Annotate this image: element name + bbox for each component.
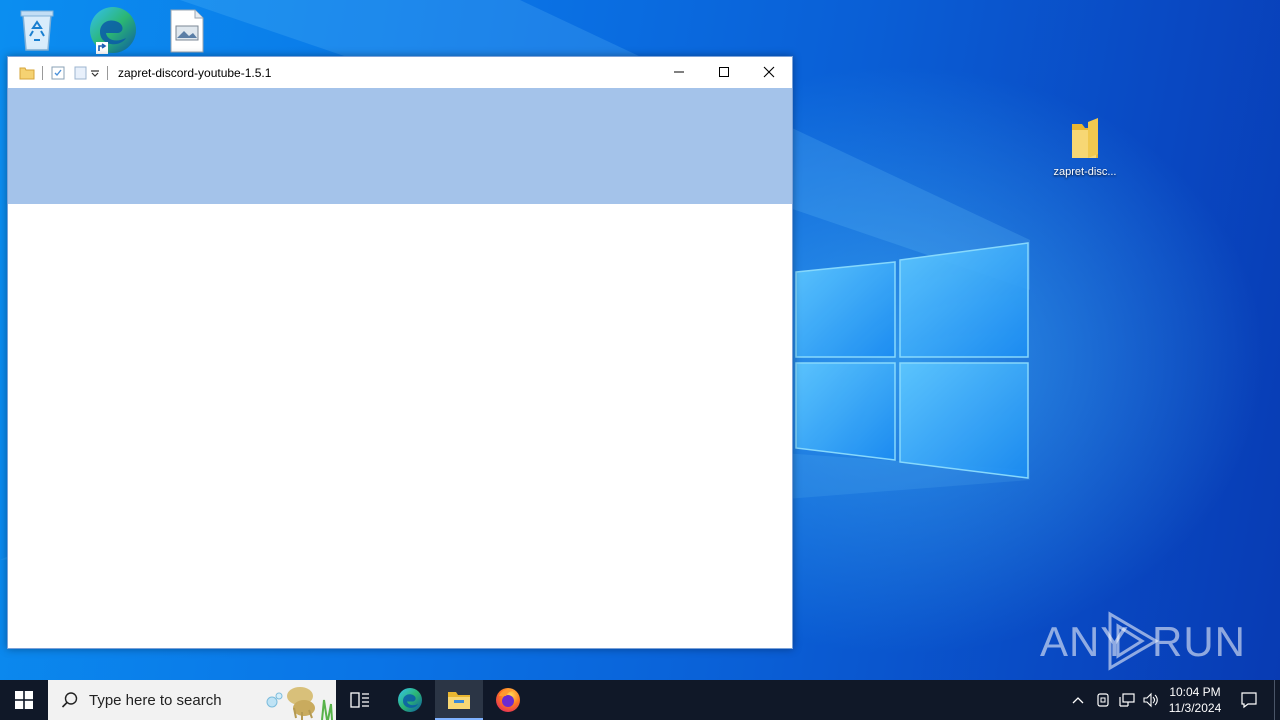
task-view-icon [350,692,369,708]
microsoft-edge-icon [398,688,422,712]
maximize-icon [719,67,729,77]
volume-icon [1143,692,1158,708]
content-area[interactable] [8,204,792,648]
zapret-folder-desktop-icon[interactable]: zapret-disc... [1050,118,1120,178]
firefox-icon [496,688,520,712]
taskbar: Type here to search 10:04 PM 11/3/2024 [0,680,1280,720]
start-button[interactable] [0,680,48,720]
taskbar-clock[interactable]: 10:04 PM 11/3/2024 [1160,680,1230,720]
tray-device-button[interactable] [1092,680,1114,720]
properties-icon[interactable] [49,64,67,82]
recycle-bin-icon [20,10,54,51]
clock-date: 11/3/2024 [1168,701,1222,715]
search-icon [61,692,78,708]
watermark-text-right: RUN [1152,618,1246,665]
folder-icon[interactable] [18,64,36,82]
device-icon [1097,693,1109,707]
minimize-icon [674,71,684,73]
notification-icon [1241,692,1257,709]
toolbar-separator [42,65,43,80]
ribbon-area [8,88,792,204]
image-file-icon [170,9,204,53]
taskbar-search-box[interactable]: Type here to search [48,680,336,720]
taskbar-firefox-button[interactable] [484,680,532,720]
file-explorer-window[interactable]: zapret-discord-youtube-1.5.1 [7,56,793,649]
show-hidden-icons-button[interactable] [1066,680,1090,720]
close-icon [763,66,775,78]
minimize-button[interactable] [656,57,702,87]
quick-access-toolbar [8,57,114,88]
tray-volume-button[interactable] [1140,680,1162,720]
taskbar-edge-button[interactable] [386,680,434,720]
toolbar-separator [107,65,108,80]
search-highlight-decoration-icon [266,687,333,720]
edge-desktop-icon[interactable] [77,4,147,60]
chevron-up-icon [1072,697,1084,704]
new-folder-icon[interactable] [71,64,89,82]
close-button[interactable] [746,57,792,87]
title-bar[interactable]: zapret-discord-youtube-1.5.1 [8,57,792,88]
tray-network-button[interactable] [1116,680,1138,720]
folder-label: zapret-disc... [1053,166,1117,178]
file-explorer-icon [448,692,470,709]
show-desktop-button[interactable] [1274,680,1280,720]
window-title: zapret-discord-youtube-1.5.1 [118,65,272,80]
image-file-desktop-icon[interactable] [152,8,222,58]
taskbar-file-explorer-button[interactable] [435,680,483,720]
any-run-watermark: ANY RUN [1038,606,1245,676]
windows-start-icon [15,691,33,709]
maximize-button[interactable] [701,57,747,87]
watermark-text-left: ANY [1040,618,1130,665]
network-icon [1119,693,1135,707]
customize-toolbar-chevron-down-icon[interactable] [89,64,101,82]
folder-icon [1072,118,1098,158]
search-placeholder: Type here to search [89,691,222,709]
task-view-button[interactable] [336,680,384,720]
clock-time: 10:04 PM [1169,685,1221,699]
recycle-bin-desktop-icon[interactable] [2,6,72,58]
microsoft-edge-icon [90,7,136,54]
action-center-button[interactable] [1232,680,1266,720]
